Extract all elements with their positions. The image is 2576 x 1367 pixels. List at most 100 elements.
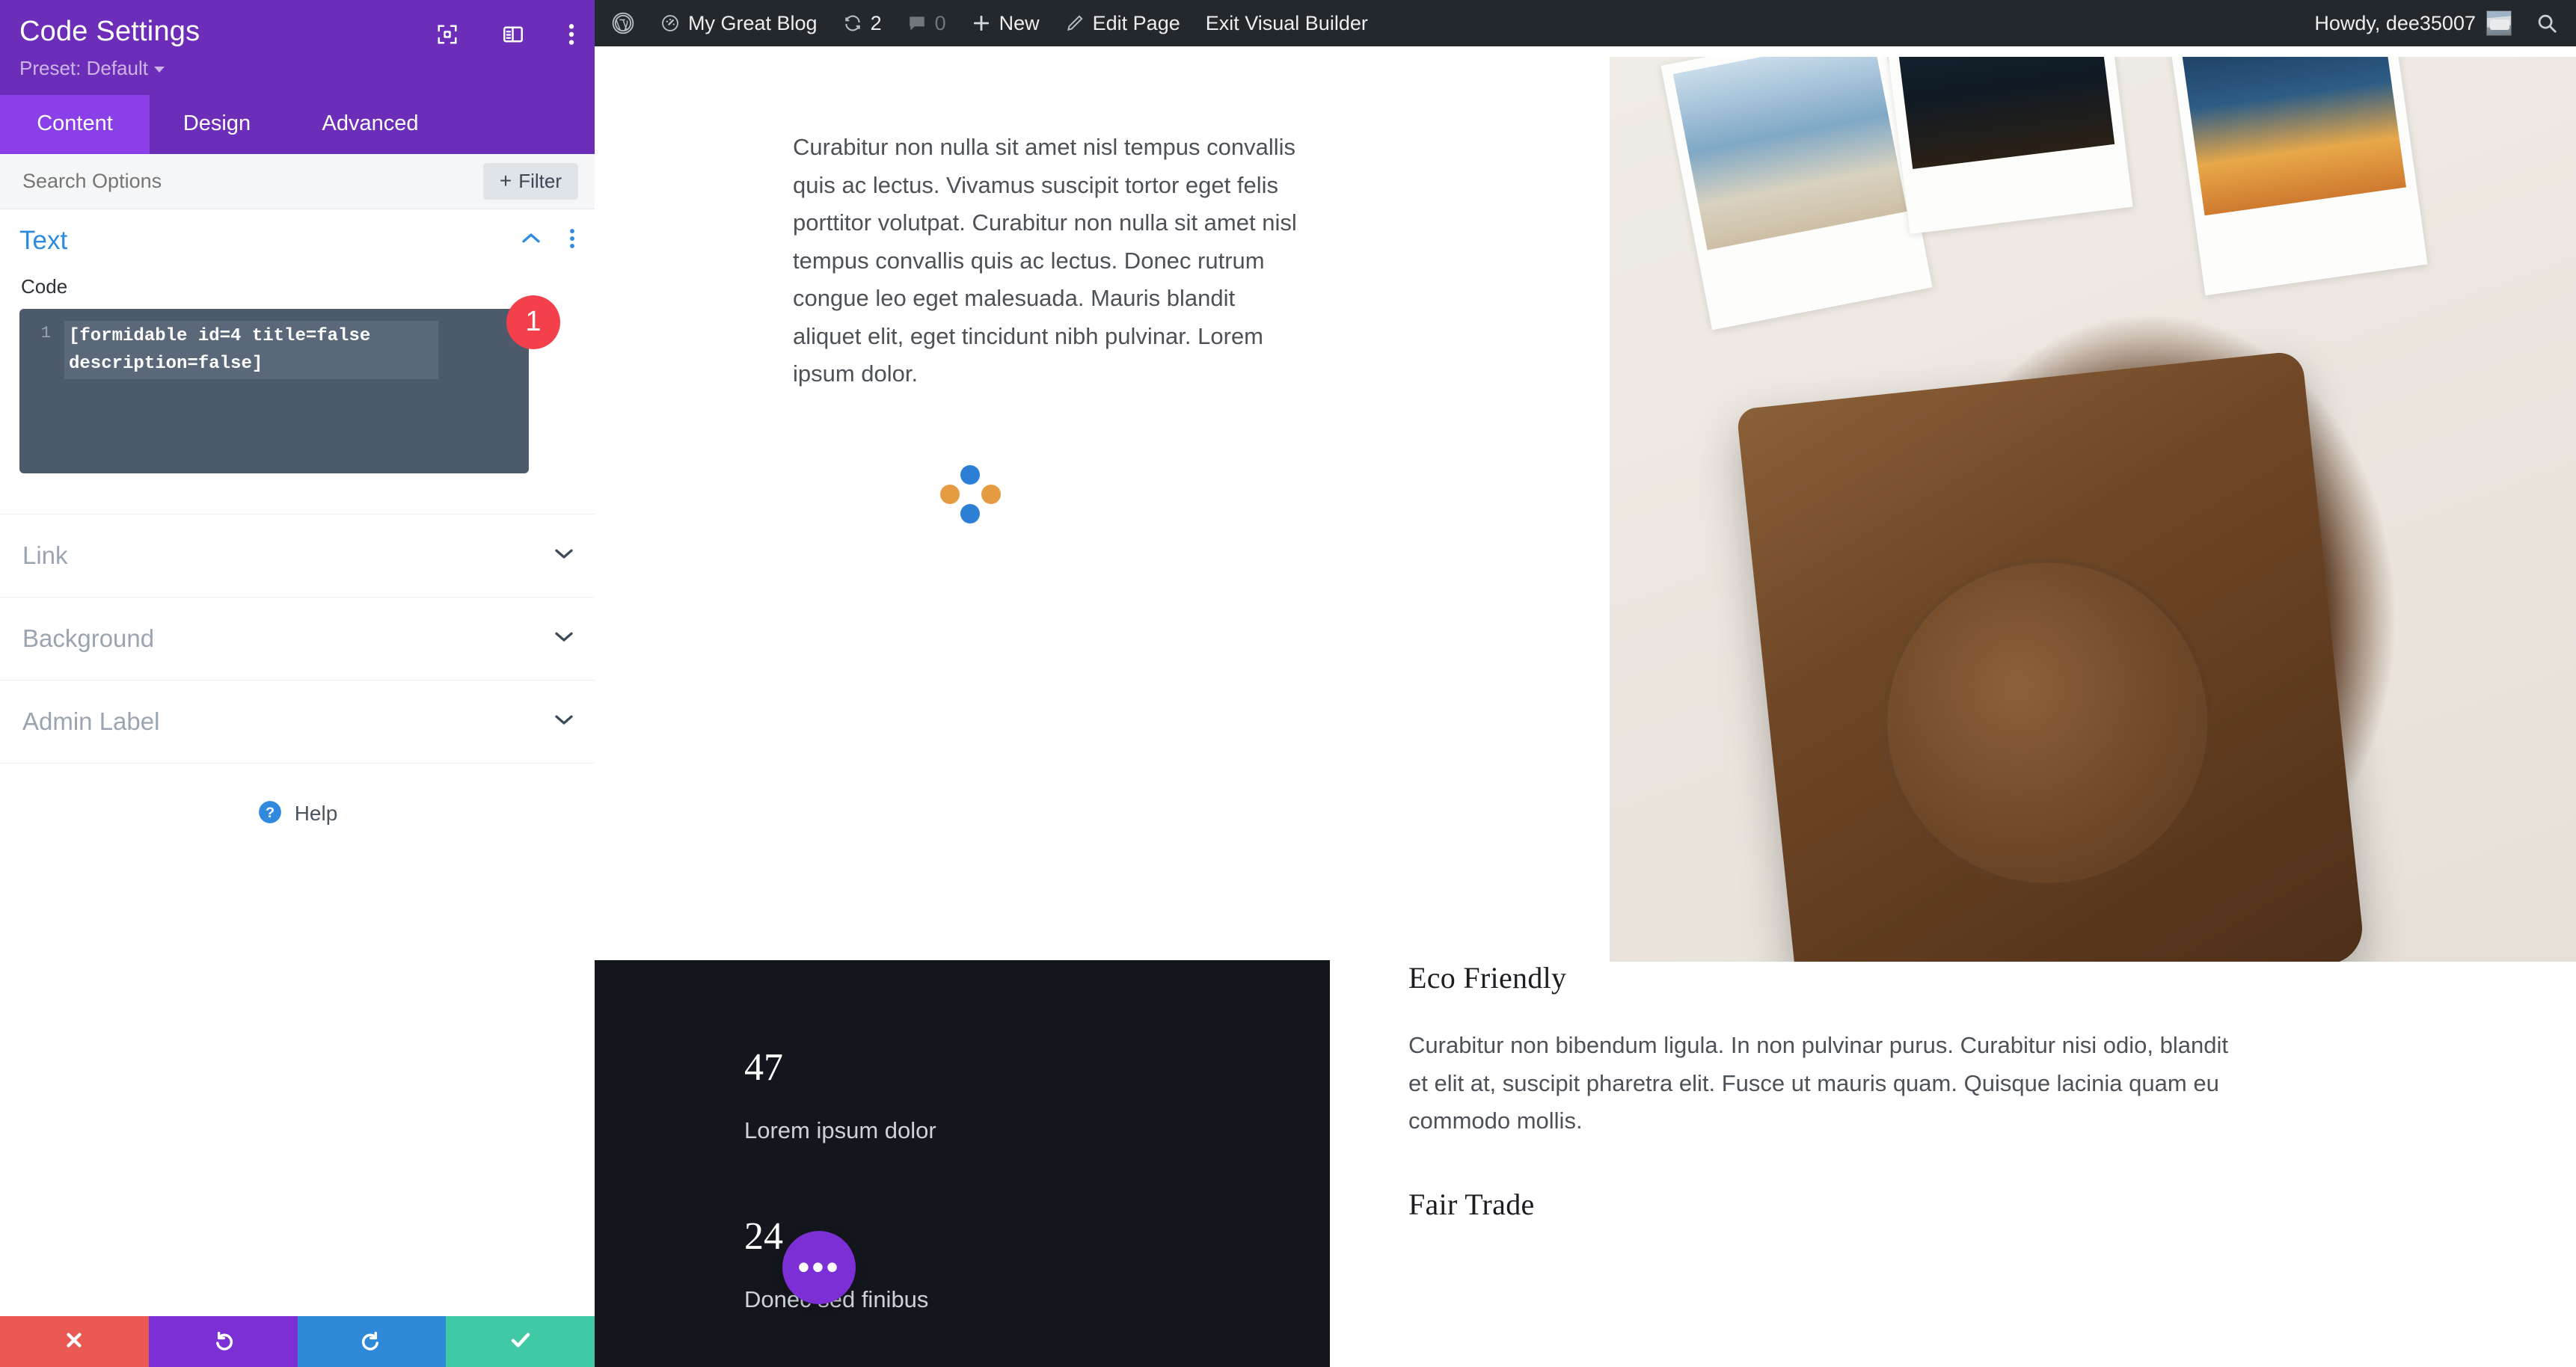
eco-paragraph: Curabitur non bibendum ligula. In non pu… [1408,1032,2228,1134]
vertical-dots-icon[interactable] [568,22,575,46]
eco-section: Eco Friendly Curabitur non bibendum ligu… [1408,960,2231,1222]
admin-bar-new[interactable]: New [959,0,1052,46]
search-icon [2536,12,2558,34]
panel-body: Text Code 1 [formidable id=4 title=false… [0,209,595,1367]
preset-selector[interactable]: Preset: Default [19,57,575,80]
polaroid-photo-image [2180,57,2406,216]
admin-bar-exit-visual-builder[interactable]: Exit Visual Builder [1193,0,1381,46]
fair-trade-heading: Fair Trade [1408,1187,1535,1221]
code-editor[interactable]: 1 [formidable id=4 title=false descripti… [19,295,560,473]
section-link-label: Link [22,541,68,569]
close-x-icon [63,1329,85,1355]
hero-image [1610,57,2576,962]
undo-arrow-icon [211,1328,235,1356]
polaroid-photo [1660,57,1933,331]
polaroid-photo-image [1672,57,1907,251]
help-link[interactable]: ? Help [0,762,595,829]
pencil-icon [1065,13,1085,33]
text-section-header: Text [19,226,575,256]
spinner-dot-bottom [960,504,980,523]
stat-number: 47 [744,1046,783,1089]
save-button[interactable] [446,1316,595,1367]
panel-header: Code Settings Preset: Default [0,0,595,95]
cancel-button[interactable] [0,1316,149,1367]
section-admin-label[interactable]: Admin Label [0,679,595,763]
floating-action-button[interactable]: ••• [782,1231,856,1304]
admin-bar-right-group: Howdy, dee35007 [2299,0,2576,46]
intro-text-block: Curabitur non nulla sit amet nisl tempus… [793,129,1301,393]
stats-panel: 47 Lorem ipsum dolor 24 Donec sed finibu… [595,960,1330,1367]
panel-tabs: Content Design Advanced [0,94,595,154]
chevron-down-icon [553,629,575,648]
spinner-dot-left [940,485,960,504]
updates-count: 2 [870,11,882,34]
panel-layout-icon[interactable] [502,23,524,46]
section-actions [520,228,575,253]
howdy-label: Howdy, dee35007 [2314,11,2476,34]
admin-bar-howdy[interactable]: Howdy, dee35007 [2299,10,2527,36]
admin-bar-search-button[interactable] [2527,12,2576,34]
avatar [2486,10,2512,36]
tab-design[interactable]: Design [150,94,284,154]
wordpress-logo-icon [611,11,635,35]
plus-icon: + [499,169,512,193]
admin-bar-updates[interactable]: 2 [830,0,895,46]
section-background-label: Background [22,624,155,652]
exit-visual-builder-label: Exit Visual Builder [1205,11,1368,34]
admin-bar-left-group: My Great Blog 2 0 New Edit Page Exit Vis… [595,0,1381,46]
section-title: Text [19,225,68,255]
stat-label: Lorem ipsum dolor [744,1117,936,1143]
chevron-down-icon [553,712,575,731]
text-section: Text Code 1 [formidable id=4 title=false… [0,209,595,481]
redo-button[interactable] [297,1316,447,1367]
admin-bar-edit-page[interactable]: Edit Page [1052,0,1193,46]
admin-bar-wordpress-logo[interactable] [595,0,648,46]
section-link[interactable]: Link [0,513,595,597]
svg-text:?: ? [266,805,275,821]
focus-target-icon[interactable] [436,23,459,46]
polaroid-photo [2168,57,2428,296]
chevron-down-icon [553,546,575,565]
comments-icon [907,13,927,33]
panel-header-icons [436,22,575,46]
content-row-hero: Curabitur non nulla sit amet nisl tempus… [595,46,2576,962]
tab-advanced[interactable]: Advanced [284,94,456,154]
code-line: 1 [formidable id=4 title=false descripti… [19,320,521,380]
screen-root: Curabitur non nulla sit amet nisl tempus… [0,0,2576,1367]
tab-content[interactable]: Content [0,94,150,154]
search-options-row: + Filter [0,153,595,209]
page-content: Curabitur non nulla sit amet nisl tempus… [595,46,2576,1367]
redo-arrow-icon [360,1328,384,1356]
section-background[interactable]: Background [0,596,595,680]
updates-icon [843,13,862,33]
spinner-dot-top [960,465,980,485]
comments-count: 0 [934,11,946,34]
site-name-label: My Great Blog [688,11,818,34]
code-settings-panel: Code Settings Preset: Default Content De… [0,0,595,1367]
wordpress-admin-bar: My Great Blog 2 0 New Edit Page Exit Vis… [595,0,2576,46]
leather-camera-case [1736,350,2366,962]
chevron-up-icon[interactable] [520,231,542,250]
filter-button[interactable]: + Filter [482,162,578,200]
spinner-dot-right [981,485,1001,504]
admin-bar-site-name[interactable]: My Great Blog [648,0,830,46]
filter-button-label: Filter [518,169,562,192]
eco-heading: Eco Friendly [1408,961,1567,995]
search-input[interactable] [22,169,337,193]
admin-bar-comments[interactable]: 0 [895,0,959,46]
checkmark-icon [509,1328,533,1356]
intro-paragraph: Curabitur non nulla sit amet nisl tempus… [793,134,1297,387]
edit-page-label: Edit Page [1092,11,1180,34]
chevron-down-icon [153,66,165,73]
question-circle-icon: ? [257,799,283,829]
content-row-stats: 47 Lorem ipsum dolor 24 Donec sed finibu… [595,960,2576,1367]
status-badge: 1 [506,295,560,349]
preset-label: Preset: Default [19,56,148,79]
section-admin-label-text: Admin Label [22,707,160,735]
code-value[interactable]: [formidable id=4 title=false description… [64,320,438,380]
undo-button[interactable] [148,1316,298,1367]
new-label: New [999,11,1040,34]
vertical-dots-icon[interactable] [569,228,575,253]
polaroid-photo [1879,57,2133,235]
code-field-label: Code [21,274,68,298]
